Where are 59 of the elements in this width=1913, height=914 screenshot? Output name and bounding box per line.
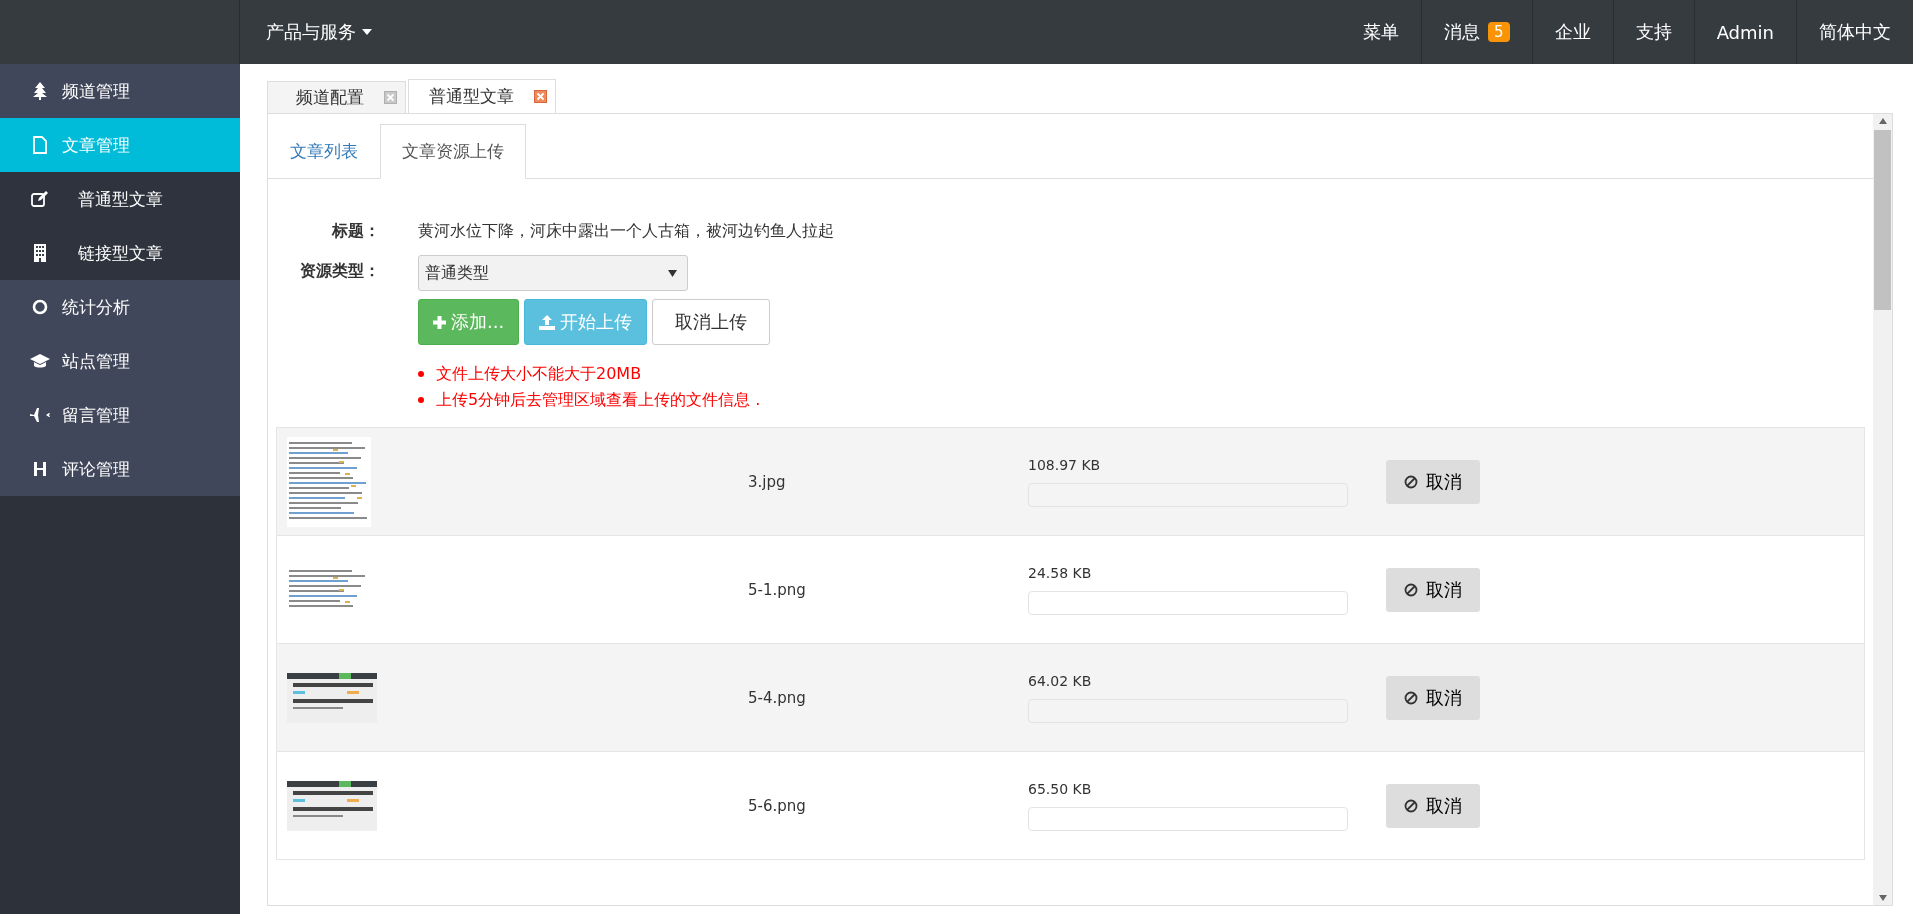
tab[interactable]: 文章资源上传 [380,124,526,179]
file-name: 5-6.png [748,796,807,815]
file-size: 65.50 KB [1028,780,1093,797]
ban-icon [1404,798,1418,813]
dropdown-arrow-icon [668,269,677,277]
cancel-button[interactable]: 取消上传 [652,299,771,345]
file-name: 5-1.png [748,580,807,599]
ban-icon [1404,690,1418,705]
note-text: 上传5分钟后去管理区域查看上传的文件信息 . [436,389,761,411]
nav-link[interactable]: 简体中文 [1796,0,1913,64]
file-size: 108.97 KB [1028,456,1102,473]
file-name: 3.jpg [748,472,787,491]
title-value: 黄河水位下降，河床中露出一个人古箱，被河边钓鱼人拉起 [418,220,834,242]
nav-link[interactable]: 支持 [1612,0,1694,64]
document-icon [33,136,47,154]
page-tab[interactable]: 频道配置 [267,81,406,113]
caret-icon [362,29,372,35]
file-size: 64.02 KB [1028,672,1093,689]
title-label: 标题： [330,220,381,242]
cancel-file-button[interactable]: 取消 [1386,459,1480,504]
nav-link[interactable]: 消息 [1444,20,1481,44]
plus-icon [433,315,446,329]
building-icon [34,244,46,262]
nav-link[interactable]: 菜单 [1341,0,1422,64]
ban-icon [1404,474,1418,489]
page-tab[interactable]: 普通型文章 [408,79,556,113]
sidebar-item[interactable]: 频道管理 [0,64,240,118]
scroll-up-icon[interactable] [1878,118,1887,124]
tree-icon [33,82,47,100]
resource-type-label: 资源类型： [299,260,381,282]
cancel-file-button[interactable]: 取消 [1386,567,1480,612]
h-icon [32,461,48,477]
edit-icon [31,191,49,207]
bullet-icon [418,397,424,403]
note-text: 文件上传大小不能大于20MB [436,363,642,385]
close-icon[interactable] [384,91,397,104]
sidebar-item[interactable]: 留言管理 [0,388,240,442]
products-menu[interactable]: 产品与服务 [240,0,398,64]
file-name: 5-4.png [748,688,807,707]
file-size: 24.58 KB [1028,564,1093,581]
scroll-down-icon[interactable] [1878,895,1887,901]
scrollbar-thumb[interactable] [1874,130,1891,310]
circle-icon [32,299,48,315]
tab[interactable]: 文章列表 [268,124,380,179]
scrollbar[interactable] [1873,114,1892,905]
bullet-icon [418,371,424,377]
sidebar-item[interactable]: 站点管理 [0,334,240,388]
nav-link[interactable]: Admin [1693,0,1796,64]
sidebar-item[interactable]: 统计分析 [0,280,240,334]
resource-type-select[interactable]: 普通类型 [418,255,688,291]
upload-icon [539,314,556,330]
cancel-file-button[interactable]: 取消 [1386,675,1480,720]
message-count-badge: 5 [1488,22,1510,42]
cancel-file-button[interactable]: 取消 [1386,783,1480,828]
close-icon[interactable] [534,90,547,103]
graduation-cap-icon [30,354,50,368]
nav-link[interactable]: 企业 [1531,0,1613,64]
ban-icon [1404,582,1418,597]
sidebar-item[interactable]: 评论管理 [0,442,240,496]
